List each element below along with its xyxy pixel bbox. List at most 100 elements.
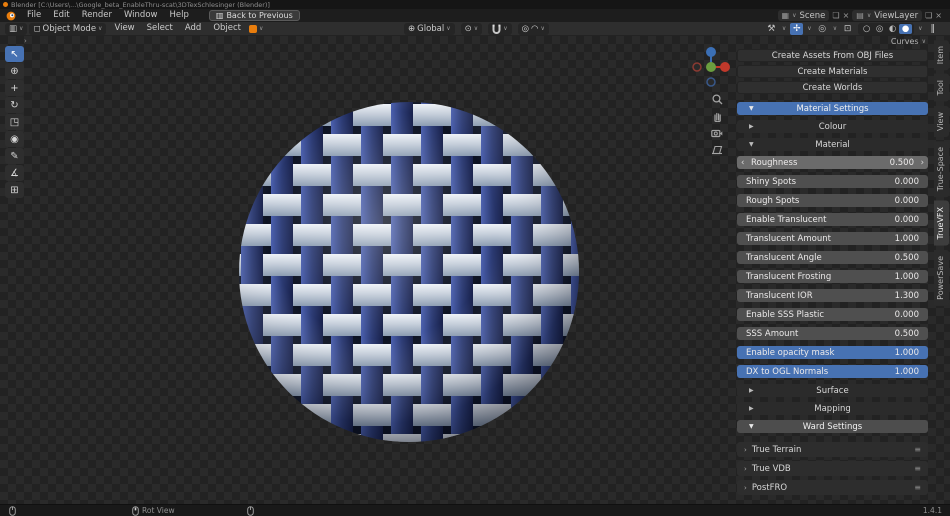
tab-tool[interactable]: Tool	[934, 74, 949, 102]
tab-powersave[interactable]: PowerSave	[934, 250, 949, 306]
tool-scale[interactable]: ◳	[5, 114, 24, 130]
grip-icon[interactable]: ≡	[914, 483, 921, 492]
mouse-middle-icon	[132, 506, 139, 516]
view-navigation-gizmo[interactable]	[692, 46, 730, 94]
viewport-menu-view[interactable]: View	[108, 23, 140, 33]
slider-translucent-amount[interactable]: Translucent Amount 1.000	[737, 232, 928, 245]
triangle-down-icon: ▼	[749, 105, 754, 112]
slider-translucent-angle[interactable]: Translucent Angle 0.500	[737, 251, 928, 264]
slider-translucent-ior[interactable]: Translucent IOR 1.300	[737, 289, 928, 302]
menu-file[interactable]: File	[21, 10, 47, 20]
chevron-down-icon: ∨	[867, 12, 871, 19]
ward-settings-header[interactable]: ▼ Ward Settings	[737, 420, 928, 433]
material-settings-header[interactable]: ▼ Material Settings	[737, 102, 928, 115]
slider-shiny-spots[interactable]: Shiny Spots 0.000	[737, 175, 928, 188]
addon-panel-true-vdb[interactable]: › True VDB ≡	[737, 461, 928, 476]
subpanel-surface[interactable]: ▶ Surface	[737, 384, 928, 397]
tool-measure[interactable]: ∡	[5, 165, 24, 181]
tab-item[interactable]: Item	[934, 40, 949, 70]
tool-settings-icon[interactable]: ⚒	[765, 23, 778, 35]
tab-true-space[interactable]: True-Space	[934, 141, 949, 197]
menu-render[interactable]: Render	[76, 10, 118, 20]
slider-dx-to-ogl-normals[interactable]: DX to OGL Normals 1.000	[737, 365, 928, 378]
scene-selector[interactable]: ▦ ∨ Scene	[778, 10, 830, 21]
subpanel-colour[interactable]: ▶ Colour	[737, 120, 928, 133]
slider-rough-spots[interactable]: Rough Spots 0.000	[737, 194, 928, 207]
viewlayer-selector[interactable]: ▤ ∨ ViewLayer	[852, 10, 922, 21]
sidebar-panel: Curves ∨ Create Assets From OBJ Files Cre…	[737, 37, 928, 504]
viewport-menu-select[interactable]: Select	[141, 23, 179, 33]
transform-orientation-selector[interactable]: ⊕ Global ∨	[404, 23, 455, 35]
menu-help[interactable]: Help	[163, 10, 194, 20]
slider-label: Shiny Spots	[746, 177, 796, 187]
slider-label: Translucent IOR	[746, 291, 813, 301]
expand-arrow-icon: ›	[744, 465, 747, 473]
tool-select-box[interactable]: ↖	[5, 46, 24, 62]
shading-material-preview[interactable]: ◐	[886, 24, 899, 34]
object-mode-icon: ◻	[33, 24, 40, 34]
button-create-assets-from-obj-files[interactable]: Create Assets From OBJ Files	[737, 49, 928, 62]
slider-value: 0.500	[895, 329, 919, 339]
tool-move[interactable]: +	[5, 80, 24, 96]
chevron-down-icon: ∨	[540, 25, 544, 32]
proportional-editing[interactable]: ◎ ◠ ∨	[518, 23, 549, 35]
shading-solid[interactable]: ◎	[873, 24, 886, 34]
show-overlays-toggle[interactable]: ◎	[816, 23, 829, 35]
back-to-previous-button[interactable]: ▥ Back to Previous	[209, 10, 300, 21]
tool-add-cube[interactable]: ⊞	[5, 182, 24, 198]
button-create-worlds[interactable]: Create Worlds	[737, 81, 928, 94]
subpanel-mapping[interactable]: ▶ Mapping	[737, 402, 928, 415]
viewport-menu-object[interactable]: Object	[207, 23, 247, 33]
addon-panel-true-terrain[interactable]: › True Terrain ≡	[737, 442, 928, 457]
slider-translucent-frosting[interactable]: Translucent Frosting 1.000	[737, 270, 928, 283]
viewlayer-icon: ▤	[856, 11, 864, 20]
active-object-icon[interactable]	[249, 25, 257, 33]
viewport-nav-icons	[710, 92, 724, 157]
grip-icon[interactable]: ≡	[914, 464, 921, 473]
copy-scene-icon[interactable]: ❏	[832, 11, 839, 20]
woven-sphere-object[interactable]	[237, 100, 581, 448]
viewport-menu-add[interactable]: Add	[179, 23, 207, 33]
shading-rendered[interactable]: ●	[899, 24, 912, 34]
menu-window[interactable]: Window	[118, 10, 164, 20]
tool-rotate[interactable]: ↻	[5, 97, 24, 113]
copy-viewlayer-icon[interactable]: ❏	[925, 11, 932, 20]
pause-icon[interactable]: ‖	[931, 24, 937, 34]
tool-transform[interactable]: ◉	[5, 131, 24, 147]
xray-toggle[interactable]: ⊡	[841, 23, 854, 35]
tab-truevfx[interactable]: TrueVFX	[934, 201, 949, 246]
close-viewlayer-icon[interactable]: ×	[935, 11, 942, 20]
pivot-point-selector[interactable]: ⊙ ∨	[461, 23, 483, 35]
show-gizmo-toggle[interactable]: ✢	[790, 23, 803, 35]
chevron-down-icon: ∨	[19, 25, 23, 32]
chevron-down-icon: ∨	[782, 25, 786, 32]
camera-icon[interactable]	[710, 126, 724, 140]
toolbar-expand-icon[interactable]: ›	[24, 37, 27, 45]
subpanel-material[interactable]: ▼ Material	[737, 138, 928, 151]
slider-roughness[interactable]: Roughness 0.500	[737, 156, 928, 169]
collection-dropdown[interactable]: Curves ∨	[737, 37, 928, 46]
zoom-icon[interactable]	[710, 92, 724, 106]
perspective-toggle-icon[interactable]	[710, 143, 724, 157]
addon-panel-postfro[interactable]: › PostFRO ≡	[737, 480, 928, 495]
slider-enable-sss-plastic[interactable]: Enable SSS Plastic 0.000	[737, 308, 928, 321]
slider-sss-amount[interactable]: SSS Amount 0.500	[737, 327, 928, 340]
slider-value: 0.500	[895, 253, 919, 263]
shading-wireframe[interactable]: ○	[860, 24, 873, 34]
blender-menu-logo-icon[interactable]	[6, 11, 17, 20]
slider-label: Translucent Amount	[746, 234, 831, 244]
slider-enable-opacity-mask[interactable]: Enable opacity mask 1.000	[737, 346, 928, 359]
editor-type-selector[interactable]: ▥ ∨	[5, 23, 27, 35]
button-create-materials[interactable]: Create Materials	[737, 65, 928, 78]
close-scene-icon[interactable]: ×	[843, 11, 850, 20]
slider-enable-translucent[interactable]: Enable Translucent 0.000	[737, 213, 928, 226]
menu-edit[interactable]: Edit	[47, 10, 75, 20]
tab-view[interactable]: View	[934, 106, 949, 137]
tool-annotate[interactable]: ✎	[5, 148, 24, 164]
pan-hand-icon[interactable]	[710, 109, 724, 123]
expand-arrow-icon: ›	[744, 446, 747, 454]
snap-settings[interactable]: ∨	[488, 23, 511, 35]
grip-icon[interactable]: ≡	[914, 445, 921, 454]
mode-selector[interactable]: ◻ Object Mode ∨	[29, 23, 106, 35]
tool-cursor[interactable]: ⊕	[5, 63, 24, 79]
